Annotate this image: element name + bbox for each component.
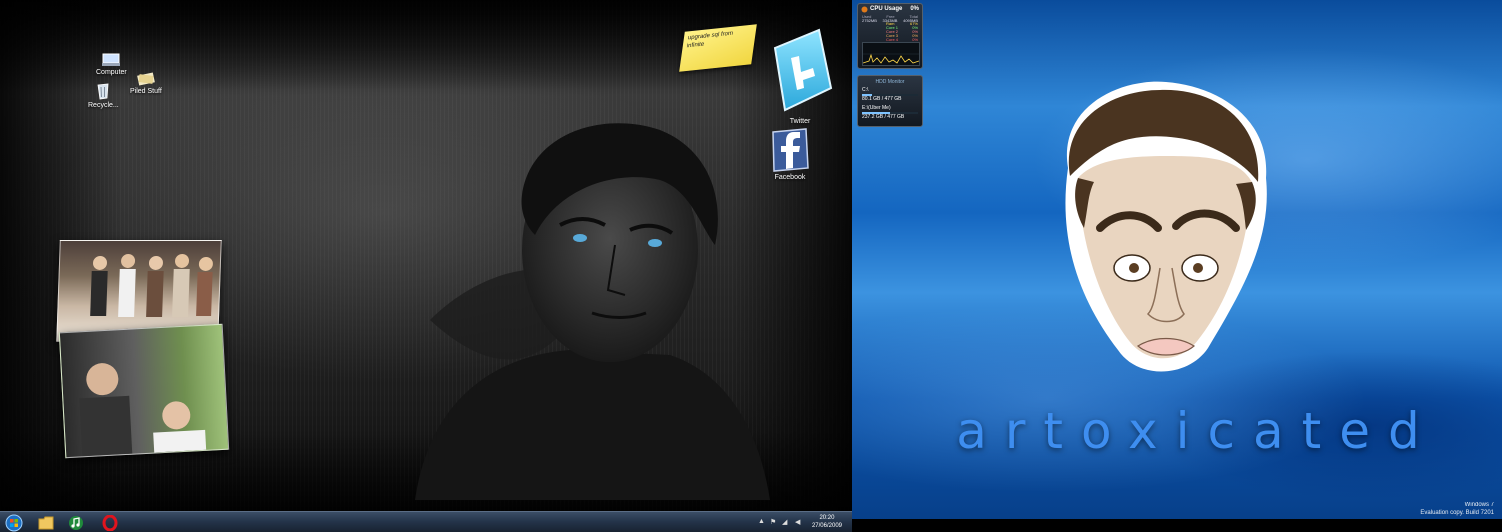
drive-name: C:\	[862, 87, 869, 93]
opera-icon	[102, 514, 118, 531]
icon-label: Twitter	[789, 118, 811, 125]
cpu-title: CPU Usage	[870, 6, 903, 12]
icon-label: Recycle...	[88, 102, 119, 109]
right-desktop: CPU Usage 0% Used Free Total 2752MB 3343…	[852, 0, 1502, 532]
caricature-face	[1065, 81, 1267, 372]
hdd-drive-e: E:\(Uber Me) 237.2 GB / 477 GB	[862, 105, 918, 120]
watermark-line1: Windows 7	[1464, 502, 1494, 508]
recycle-bin-icon	[97, 83, 109, 100]
taskbar: ▲ ⚑ ◢ ◀ 20:20 27/06/2009	[0, 511, 852, 532]
show-hidden-icons-icon[interactable]: ▲	[758, 518, 765, 525]
windows-eval-watermark: Windows 7 Evaluation copy. Build 7201	[1420, 501, 1494, 517]
right-bottom-bar	[852, 519, 1502, 532]
desktop-icon-facebook[interactable]: Facebook	[768, 128, 812, 181]
drive-name: E:\(Uber Me)	[862, 105, 891, 111]
start-button[interactable]	[2, 513, 26, 532]
computer-icon	[102, 53, 121, 66]
clock-date: 27/06/2009	[811, 523, 842, 529]
icon-label: Piled Stuff	[130, 88, 162, 95]
sticky-note[interactable]: upgrade sql from infinite	[679, 24, 757, 72]
folder-icon	[38, 516, 54, 529]
hdd-title: HDD Monitor	[875, 79, 905, 85]
clock-time: 20:20	[819, 515, 835, 521]
system-clock[interactable]: 20:20 27/06/2009	[812, 514, 842, 530]
taskbar-opera[interactable]	[98, 513, 122, 532]
desktop-icon-recycle-bin[interactable]: Recycle...	[88, 82, 119, 109]
stack-icon	[137, 72, 155, 86]
twitter-icon	[773, 28, 833, 112]
desktop-icon-piled-stuff[interactable]: Piled Stuff	[130, 72, 162, 95]
action-center-flag-icon[interactable]: ⚑	[770, 518, 776, 526]
watermark-line2: Evaluation copy. Build 7201	[1420, 510, 1494, 516]
taskbar-explorer[interactable]	[34, 513, 58, 532]
cpu-gauge-icon	[861, 6, 868, 13]
cpu-usage-gadget[interactable]: CPU Usage 0% Used Free Total 2752MB 3343…	[857, 3, 923, 69]
cpu-percent: 0%	[910, 6, 919, 12]
photo-two-men[interactable]	[58, 323, 230, 459]
music-note-icon	[69, 515, 83, 530]
cpu-core-list: Ram 67% Core 1 0% Core 2 0% Core 3 0% Core 4…	[886, 22, 918, 42]
drive-usage: 80.1 GB / 477 GB	[862, 96, 902, 102]
icon-label: Computer	[96, 69, 127, 76]
cpu-value-used: 2752MB	[862, 18, 877, 23]
facebook-icon	[772, 128, 809, 172]
brand-wordmark: artoxicated	[956, 402, 1438, 460]
volume-icon[interactable]: ◀	[795, 518, 800, 526]
desktop-icon-twitter[interactable]: Twitter	[764, 28, 836, 125]
left-desktop: Computer Piled Stuff Recycle... upgrade …	[0, 0, 852, 532]
hdd-monitor-gadget[interactable]: HDD Monitor C:\ 80.1 GB / 477 GB E:\(Ube…	[857, 75, 923, 127]
photo-men-image	[79, 363, 207, 457]
icon-label: Facebook	[774, 174, 806, 181]
drive-usage: 237.2 GB / 477 GB	[862, 114, 905, 120]
cpu-history-graph	[862, 42, 920, 66]
taskbar-media-player[interactable]	[64, 513, 88, 532]
windows-orb-icon	[5, 514, 23, 531]
hdd-drive-c: C:\ 80.1 GB / 477 GB	[862, 87, 918, 102]
network-icon[interactable]: ◢	[782, 518, 787, 526]
sketch-portrait	[415, 123, 770, 500]
desktop-icon-computer[interactable]: Computer	[96, 53, 127, 76]
